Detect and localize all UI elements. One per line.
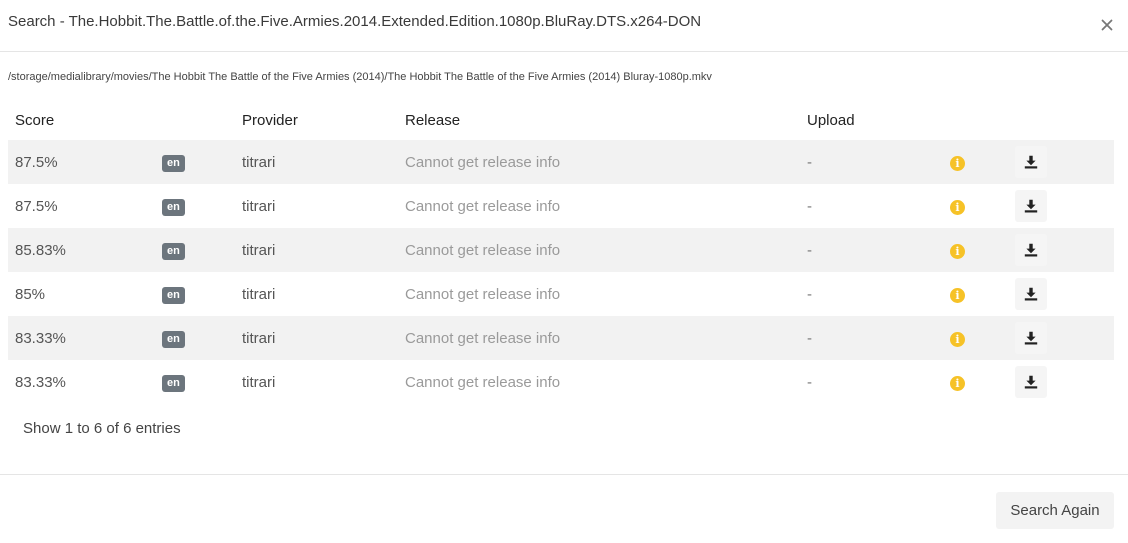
modal-footer: Search Again xyxy=(0,474,1128,543)
table-header-row: Score Provider Release Upload xyxy=(8,100,1114,140)
info-circle-icon[interactable]: i xyxy=(950,331,965,347)
cell-upload: - xyxy=(807,153,812,171)
cell-upload: - xyxy=(807,241,812,259)
cell-release: Cannot get release info xyxy=(405,153,561,171)
cell-upload: - xyxy=(807,285,812,303)
column-header-release[interactable]: Release xyxy=(398,100,800,140)
column-header-provider[interactable]: Provider xyxy=(235,100,398,140)
column-header-info xyxy=(943,100,1008,140)
cell-info: i xyxy=(943,228,1008,272)
entries-info: Show 1 to 6 of 6 entries xyxy=(23,420,181,437)
cell-info: i xyxy=(943,272,1008,316)
table-row: 87.5% en titrari Cannot get release info - i xyxy=(8,140,1114,184)
column-header-score[interactable]: Score xyxy=(8,100,155,140)
cell-language: en xyxy=(155,360,235,404)
info-circle-icon[interactable]: i xyxy=(950,375,965,391)
cell-score: 87.5% xyxy=(15,153,58,171)
cell-action xyxy=(1008,272,1114,316)
cell-score: 85% xyxy=(15,285,46,303)
cell-info: i xyxy=(943,360,1008,404)
cell-language: en xyxy=(155,228,235,272)
cell-action xyxy=(1008,316,1114,360)
cell-info: i xyxy=(943,184,1008,228)
info-circle-icon[interactable]: i xyxy=(950,243,965,259)
download-button[interactable] xyxy=(1015,190,1047,222)
cell-score: 83.33% xyxy=(15,329,66,347)
cell-action xyxy=(1008,360,1114,404)
download-button[interactable] xyxy=(1015,278,1047,310)
download-button[interactable] xyxy=(1015,322,1047,354)
results-body: 87.5% en titrari Cannot get release info - i 8… xyxy=(8,140,1114,404)
language-badge: en xyxy=(162,286,185,304)
search-again-button[interactable]: Search Again xyxy=(996,492,1114,529)
cell-upload: - xyxy=(807,373,812,391)
cell-provider: titrari xyxy=(242,373,276,391)
table-row: 85% en titrari Cannot get release info - i xyxy=(8,272,1114,316)
cell-provider: titrari xyxy=(242,329,276,347)
language-badge: en xyxy=(162,242,185,260)
download-icon xyxy=(1024,199,1038,213)
cell-provider: titrari xyxy=(242,285,276,303)
cell-release: Cannot get release info xyxy=(405,373,561,391)
cell-action xyxy=(1008,228,1114,272)
download-icon xyxy=(1024,243,1038,257)
table-row: 83.33% en titrari Cannot get release info - i xyxy=(8,360,1114,404)
cell-score: 85.83% xyxy=(15,241,66,259)
cell-provider: titrari xyxy=(242,241,276,259)
download-button[interactable] xyxy=(1015,146,1047,178)
column-header-language xyxy=(155,100,235,140)
download-icon xyxy=(1024,331,1038,345)
cell-release: Cannot get release info xyxy=(405,197,561,215)
cell-language: en xyxy=(155,272,235,316)
cell-info: i xyxy=(943,140,1008,184)
download-icon xyxy=(1024,287,1038,301)
cell-release: Cannot get release info xyxy=(405,285,561,303)
language-badge: en xyxy=(162,374,185,392)
cell-info: i xyxy=(943,316,1008,360)
cell-release: Cannot get release info xyxy=(405,329,561,347)
cell-language: en xyxy=(155,316,235,360)
download-icon xyxy=(1024,375,1038,389)
language-badge: en xyxy=(162,198,185,216)
table-row: 85.83% en titrari Cannot get release info - i xyxy=(8,228,1114,272)
modal-header: Search - The.Hobbit.The.Battle.of.the.Fi… xyxy=(0,0,1128,52)
cell-score: 83.33% xyxy=(15,373,66,391)
cell-score: 87.5% xyxy=(15,197,58,215)
close-button[interactable] xyxy=(1094,12,1120,38)
cell-provider: titrari xyxy=(242,197,276,215)
info-circle-icon[interactable]: i xyxy=(950,199,965,215)
info-circle-icon[interactable]: i xyxy=(950,287,965,303)
cell-action xyxy=(1008,140,1114,184)
cell-language: en xyxy=(155,140,235,184)
cell-language: en xyxy=(155,184,235,228)
column-header-action xyxy=(1008,100,1114,140)
column-header-upload[interactable]: Upload xyxy=(800,100,943,140)
table-row: 87.5% en titrari Cannot get release info - i xyxy=(8,184,1114,228)
modal-title: Search - The.Hobbit.The.Battle.of.the.Fi… xyxy=(8,13,702,30)
download-button[interactable] xyxy=(1015,234,1047,266)
cell-provider: titrari xyxy=(242,153,276,171)
cell-upload: - xyxy=(807,197,812,215)
cell-release: Cannot get release info xyxy=(405,241,561,259)
download-button[interactable] xyxy=(1015,366,1047,398)
results-table: Score Provider Release Upload 87.5% en tit… xyxy=(8,100,1114,404)
cell-action xyxy=(1008,184,1114,228)
close-icon xyxy=(1101,19,1113,31)
info-circle-icon[interactable]: i xyxy=(950,155,965,171)
language-badge: en xyxy=(162,330,185,348)
table-row: 83.33% en titrari Cannot get release info - i xyxy=(8,316,1114,360)
file-path: /storage/medialibrary/movies/The Hobbit … xyxy=(8,71,712,83)
language-badge: en xyxy=(162,154,185,172)
cell-upload: - xyxy=(807,329,812,347)
download-icon xyxy=(1024,155,1038,169)
